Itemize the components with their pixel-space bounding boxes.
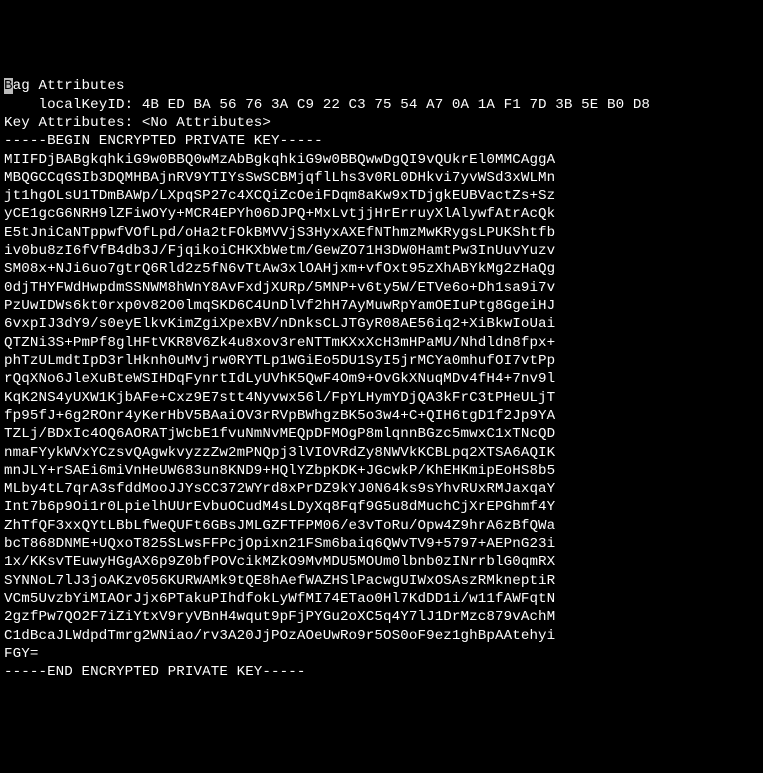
terminal-text: SM08x+NJi6uo7gtrQ6Rld2z5fN6vTtAw3xlOAHjx…	[4, 261, 555, 277]
terminal-text: rQqXNo6JleXuBteWSIHDqFynrtIdLyUVhK5QwF4O…	[4, 371, 555, 387]
terminal-text: phTzULmdtIpD3rlHknh0uMvjrw0RYTLp1WGiEo5D…	[4, 353, 555, 369]
terminal-line: bcT868DNME+UQxoT825SLwsFFPcjOpixn21FSm6b…	[4, 535, 759, 553]
terminal-line: SM08x+NJi6uo7gtrQ6Rld2z5fN6vTtAw3xlOAHjx…	[4, 260, 759, 278]
terminal-line: VCm5UvzbYiMIAOrJjx6PTakuPIhdfokLyWfMI74E…	[4, 590, 759, 608]
terminal-text: -----END ENCRYPTED PRIVATE KEY-----	[4, 664, 306, 680]
terminal-line: Int7b6p9Oi1r0LpielhUUrEvbuOCudM4sLDyXq8F…	[4, 498, 759, 516]
terminal-line: Bag Attributes	[4, 77, 759, 95]
cursor-highlight: B	[4, 78, 13, 94]
terminal-line: 6vxpIJ3dY9/s0eyElkvKimZgiXpexBV/nDnksCLJ…	[4, 315, 759, 333]
terminal-text: 1x/KKsvTEuwyHGgAX6p9Z0bfPOVcikMZkO9MvMDU…	[4, 554, 555, 570]
terminal-text: Int7b6p9Oi1r0LpielhUUrEvbuOCudM4sLDyXq8F…	[4, 499, 555, 515]
terminal-text: KqK2NS4yUXW1KjbAFe+Cxz9E7stt4Nyvwx56l/Fp…	[4, 390, 555, 406]
terminal-text: MIIFDjBABgkqhkiG9w0BBQ0wMzAbBgkqhkiG9w0B…	[4, 152, 555, 168]
terminal-line: MLby4tL7qrA3sfddMooJJYsCC372WYrd8xPrDZ9k…	[4, 480, 759, 498]
terminal-line: yCE1gcG6NRH9lZFiwOYy+MCR4EPYh06DJPQ+MxLv…	[4, 205, 759, 223]
terminal-line: -----END ENCRYPTED PRIVATE KEY-----	[4, 663, 759, 681]
terminal-line: Key Attributes: <No Attributes>	[4, 114, 759, 132]
terminal-text: PzUwIDWs6kt0rxp0v82O0lmqSKD6C4UnDlVf2hH7…	[4, 298, 555, 314]
terminal-output: Bag Attributes localKeyID: 4B ED BA 56 7…	[4, 77, 759, 681]
terminal-line: PzUwIDWs6kt0rxp0v82O0lmqSKD6C4UnDlVf2hH7…	[4, 297, 759, 315]
terminal-line: jt1hgOLsU1TDmBAWp/LXpqSP27c4XCQiZcOeiFDq…	[4, 187, 759, 205]
terminal-text: fp95fJ+6g2ROnr4yKerHbV5BAaiOV3rRVpBWhgzB…	[4, 408, 555, 424]
terminal-line: 2gzfPw7QO2F7iZiYtxV9ryVBnH4wqut9pFjPYGu2…	[4, 608, 759, 626]
terminal-text: mnJLY+rSAEi6miVnHeUW683un8KND9+HQlYZbpKD…	[4, 463, 555, 479]
terminal-text: localKeyID: 4B ED BA 56 76 3A C9 22 C3 7…	[4, 97, 650, 113]
terminal-line: SYNNoL7lJ3joAKzv056KURWAMk9tQE8hAefWAZHS…	[4, 572, 759, 590]
terminal-text: C1dBcaJLWdpdTmrg2WNiao/rv3A20JjPOzAOeUwR…	[4, 628, 555, 644]
terminal-line: QTZNi3S+PmPf8glHFtVKR8V6Zk4u8xov3reNTTmK…	[4, 334, 759, 352]
terminal-text: bcT868DNME+UQxoT825SLwsFFPcjOpixn21FSm6b…	[4, 536, 555, 552]
terminal-line: mnJLY+rSAEi6miVnHeUW683un8KND9+HQlYZbpKD…	[4, 462, 759, 480]
terminal-text: TZLj/BDxIc4OQ6AORATjWcbE1fvuNmNvMEQpDFMO…	[4, 426, 555, 442]
terminal-text: QTZNi3S+PmPf8glHFtVKR8V6Zk4u8xov3reNTTmK…	[4, 335, 555, 351]
terminal-line: iv0bu8zI6fVfB4db3J/FjqikoiCHKXbWetm/GewZ…	[4, 242, 759, 260]
terminal-line: FGY=	[4, 645, 759, 663]
terminal-line: C1dBcaJLWdpdTmrg2WNiao/rv3A20JjPOzAOeUwR…	[4, 627, 759, 645]
terminal-text: VCm5UvzbYiMIAOrJjx6PTakuPIhdfokLyWfMI74E…	[4, 591, 555, 607]
terminal-line: nmaFYykWVxYCzsvQAgwkvyzzZw2mPNQpj3lVIOVR…	[4, 444, 759, 462]
terminal-line: rQqXNo6JleXuBteWSIHDqFynrtIdLyUVhK5QwF4O…	[4, 370, 759, 388]
terminal-text: 2gzfPw7QO2F7iZiYtxV9ryVBnH4wqut9pFjPYGu2…	[4, 609, 555, 625]
terminal-line: TZLj/BDxIc4OQ6AORATjWcbE1fvuNmNvMEQpDFMO…	[4, 425, 759, 443]
terminal-line: -----BEGIN ENCRYPTED PRIVATE KEY-----	[4, 132, 759, 150]
terminal-text: Key Attributes: <No Attributes>	[4, 115, 271, 131]
terminal-line: KqK2NS4yUXW1KjbAFe+Cxz9E7stt4Nyvwx56l/Fp…	[4, 389, 759, 407]
terminal-text: ZhTfQF3xxQYtLBbLfWeQUFt6GBsJMLGZFTFPM06/…	[4, 518, 555, 534]
terminal-text: yCE1gcG6NRH9lZFiwOYy+MCR4EPYh06DJPQ+MxLv…	[4, 206, 555, 222]
terminal-line: E5tJniCaNTppwfVOfLpd/oHa2tFOkBMVVjS3HyxA…	[4, 224, 759, 242]
terminal-text: nmaFYykWVxYCzsvQAgwkvyzzZw2mPNQpj3lVIOVR…	[4, 445, 555, 461]
terminal-text: -----BEGIN ENCRYPTED PRIVATE KEY-----	[4, 133, 323, 149]
terminal-line: phTzULmdtIpD3rlHknh0uMvjrw0RYTLp1WGiEo5D…	[4, 352, 759, 370]
terminal-line: fp95fJ+6g2ROnr4yKerHbV5BAaiOV3rRVpBWhgzB…	[4, 407, 759, 425]
terminal-text: MBQGCCqGSIb3DQMHBAjnRV9YTIYsSwSCBMjqflLh…	[4, 170, 555, 186]
terminal-text: E5tJniCaNTppwfVOfLpd/oHa2tFOkBMVVjS3HyxA…	[4, 225, 555, 241]
terminal-line: ZhTfQF3xxQYtLBbLfWeQUFt6GBsJMLGZFTFPM06/…	[4, 517, 759, 535]
terminal-line: localKeyID: 4B ED BA 56 76 3A C9 22 C3 7…	[4, 96, 759, 114]
terminal-text: iv0bu8zI6fVfB4db3J/FjqikoiCHKXbWetm/GewZ…	[4, 243, 555, 259]
terminal-text: 0djTHYFWdHwpdmSSNWM8hWnY8AvFxdjXURp/5MNP…	[4, 280, 555, 296]
terminal-line: 1x/KKsvTEuwyHGgAX6p9Z0bfPOVcikMZkO9MvMDU…	[4, 553, 759, 571]
terminal-text: FGY=	[4, 646, 38, 662]
terminal-text: SYNNoL7lJ3joAKzv056KURWAMk9tQE8hAefWAZHS…	[4, 573, 555, 589]
terminal-line: MIIFDjBABgkqhkiG9w0BBQ0wMzAbBgkqhkiG9w0B…	[4, 151, 759, 169]
terminal-text: jt1hgOLsU1TDmBAWp/LXpqSP27c4XCQiZcOeiFDq…	[4, 188, 555, 204]
terminal-line: 0djTHYFWdHwpdmSSNWM8hWnY8AvFxdjXURp/5MNP…	[4, 279, 759, 297]
terminal-text: ag Attributes	[13, 78, 125, 94]
terminal-text: MLby4tL7qrA3sfddMooJJYsCC372WYrd8xPrDZ9k…	[4, 481, 555, 497]
terminal-line: MBQGCCqGSIb3DQMHBAjnRV9YTIYsSwSCBMjqflLh…	[4, 169, 759, 187]
terminal-text: 6vxpIJ3dY9/s0eyElkvKimZgiXpexBV/nDnksCLJ…	[4, 316, 555, 332]
